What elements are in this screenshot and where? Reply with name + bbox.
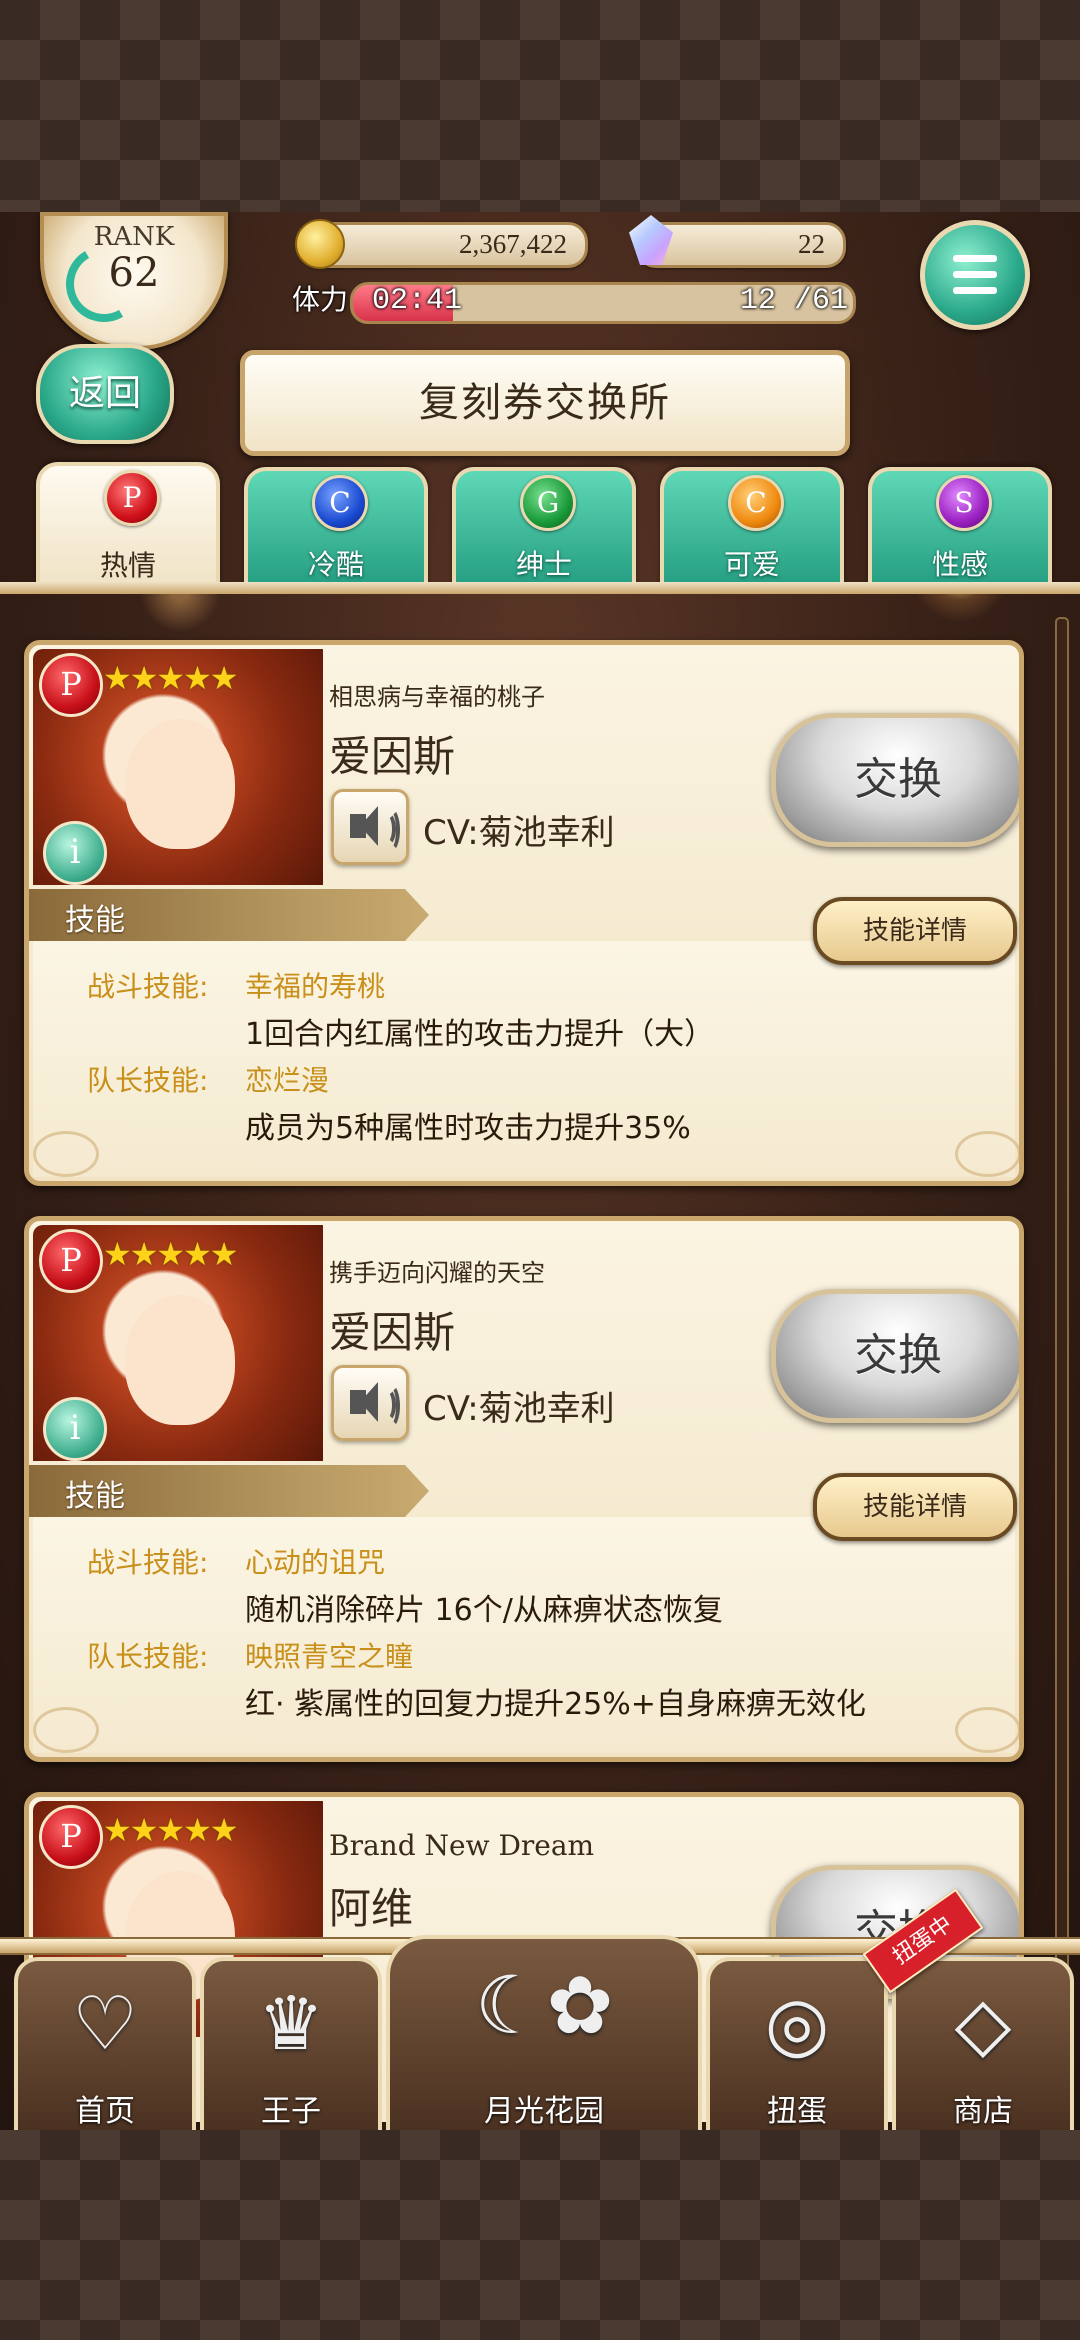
nav-label: 王子 xyxy=(261,2094,321,2129)
card-subtitle: 相思病与幸福的桃子 xyxy=(329,683,545,711)
rarity-stars: ★★★★★ xyxy=(103,1235,238,1273)
skill-heading: 技能 xyxy=(65,903,125,938)
info-button[interactable]: i xyxy=(43,821,107,885)
list-scrollbar[interactable] xyxy=(1055,617,1069,2121)
tab-cool[interactable]: C 冷酷 xyxy=(244,467,428,589)
ornament xyxy=(33,1707,99,1753)
nav-label: 扭蛋 xyxy=(767,2094,827,2129)
battle-skill-name: 幸福的寿桃 xyxy=(245,970,386,1003)
stamina-label: 体力 xyxy=(292,283,349,316)
hamburger-menu-icon xyxy=(953,255,997,295)
gem-icon xyxy=(629,215,673,265)
battle-skill-label: 战斗技能: xyxy=(87,1546,209,1579)
battle-skill-label: 战斗技能: xyxy=(87,970,209,1003)
cool-orb-icon: C xyxy=(312,475,368,531)
nav-home[interactable]: ♡ 首页 xyxy=(14,1957,196,2130)
tab-label: 冷酷 xyxy=(307,548,364,581)
sound-wave xyxy=(382,1384,400,1428)
leader-skill-name: 恋烂漫 xyxy=(245,1064,330,1097)
info-button[interactable]: i xyxy=(43,1397,107,1461)
card-subtitle: 携手迈向闪耀的天空 xyxy=(329,1259,545,1287)
card-name: 爱因斯 xyxy=(329,732,456,781)
nav-label: 商店 xyxy=(953,2094,1013,2129)
rarity-stars: ★★★★★ xyxy=(103,659,238,697)
exchange-button[interactable]: 交换 xyxy=(771,713,1019,847)
card-name: 爱因斯 xyxy=(329,1308,456,1357)
nav-gacha[interactable]: ◎ 扭蛋 xyxy=(706,1957,888,2130)
stamina-timer: 02:41 xyxy=(372,284,463,318)
battle-skill-desc: 1回合内红属性的攻击力提升（大） xyxy=(245,1017,715,1052)
skill-detail-button[interactable]: 技能详情 xyxy=(813,897,1017,965)
cv-label: CV:菊池幸利 xyxy=(423,1389,615,1429)
sexy-orb-icon: S xyxy=(936,475,992,531)
moon-garden-icon: ☾✿ xyxy=(474,1959,614,2052)
game-screen: RANK 62 2,367,422 22 体力 02:41 12 /61 返回 … xyxy=(0,212,1080,2130)
leader-skill-name: 映照青空之瞳 xyxy=(245,1640,414,1673)
nav-shop[interactable]: ◇ 商店 xyxy=(892,1957,1074,2130)
voice-button[interactable] xyxy=(331,789,409,865)
skill-detail-button[interactable]: 技能详情 xyxy=(813,1473,1017,1541)
nav-prince[interactable]: ♛ 王子 xyxy=(200,1957,382,2130)
passion-attribute-icon: P xyxy=(39,653,103,717)
card-item: P ★★★★★ i 携手迈向闪耀的天空 爱因斯 CV:菊池幸利 交换 技能 技能… xyxy=(24,1216,1024,1762)
battle-skill-name: 心动的诅咒 xyxy=(245,1546,386,1579)
tab-gentle[interactable]: G 绅士 xyxy=(452,467,636,589)
battle-skill-desc: 随机消除碎片 16个/从麻痹状态恢复 xyxy=(245,1593,723,1628)
leader-skill-desc: 红· 紫属性的回复力提升25%+自身麻痹无效化 xyxy=(245,1687,866,1722)
passion-attribute-icon: P xyxy=(39,1229,103,1293)
tab-label: 绅士 xyxy=(515,548,572,581)
leader-skill-label: 队长技能: xyxy=(87,1640,209,1673)
nav-moon-garden[interactable]: ☾✿ 月光花园 xyxy=(386,1935,702,2130)
page-title-box: 复刻券交换所 xyxy=(240,350,850,456)
passion-attribute-icon: P xyxy=(39,1805,103,1869)
card-list[interactable]: P ★★★★★ i 相思病与幸福的桃子 爱因斯 CV:菊池幸利 交换 技能 技能… xyxy=(0,602,1080,2122)
tab-label: 性感 xyxy=(931,548,988,581)
back-button[interactable]: 返回 xyxy=(36,344,174,444)
crown-icon: ♛ xyxy=(257,1981,325,2067)
card-item: P ★★★★★ i 相思病与幸福的桃子 爱因斯 CV:菊池幸利 交换 技能 技能… xyxy=(24,640,1024,1186)
ornament xyxy=(955,1707,1019,1753)
leader-skill-desc: 成员为5种属性时攻击力提升35% xyxy=(245,1111,691,1146)
tab-label: 可爱 xyxy=(723,548,780,581)
character-face xyxy=(125,1295,235,1425)
skill-heading: 技能 xyxy=(65,1479,125,1514)
bottom-nav: ♡ 首页 ♛ 王子 ☾✿ 月光花园 ◎ 扭蛋 ◇ 商店 扭蛋中 xyxy=(0,1888,1080,2130)
tab-strip xyxy=(0,582,1080,594)
cute-orb-icon: C xyxy=(728,475,784,531)
tab-label: 热情 xyxy=(99,549,156,582)
leader-skill-label: 队长技能: xyxy=(87,1064,209,1097)
card-subtitle: Brand New Dream xyxy=(329,1829,595,1862)
tab-sexy[interactable]: S 性感 xyxy=(868,467,1052,589)
rarity-stars: ★★★★★ xyxy=(103,1811,238,1849)
nav-label: 月光花园 xyxy=(484,2094,604,2129)
sound-wave xyxy=(382,808,400,852)
voice-button[interactable] xyxy=(331,1365,409,1441)
passion-orb-icon: P xyxy=(104,470,160,526)
rank-label: RANK xyxy=(93,222,175,252)
exchange-button[interactable]: 交换 xyxy=(771,1289,1019,1423)
page-title: 复刻券交换所 xyxy=(419,380,671,426)
rank-value: 62 xyxy=(108,250,160,296)
coin-counter: 2,367,422 xyxy=(295,219,588,269)
speaker-cone xyxy=(360,806,378,846)
tab-cute[interactable]: C 可爱 xyxy=(660,467,844,589)
cv-label: CV:菊池幸利 xyxy=(423,813,615,853)
coin-value: 2,367,422 xyxy=(459,229,567,259)
gacha-ring-icon: ◎ xyxy=(764,1981,830,2067)
nav-label: 首页 xyxy=(75,2094,135,2129)
ornament xyxy=(955,1131,1019,1177)
coin-icon xyxy=(295,219,345,269)
gem-counter: 22 xyxy=(629,215,846,268)
rank-badge[interactable]: RANK 62 xyxy=(40,212,228,350)
gem-value: 22 xyxy=(798,229,825,259)
heart-icon: ♡ xyxy=(71,1981,139,2067)
speaker-cone xyxy=(360,1382,378,1422)
ornament xyxy=(33,1131,99,1177)
stamina-value: 12 /61 xyxy=(740,284,849,318)
menu-button[interactable] xyxy=(920,220,1030,330)
gentle-orb-icon: G xyxy=(520,475,576,531)
character-face xyxy=(125,719,235,849)
shop-gem-icon: ◇ xyxy=(954,1981,1012,2067)
tab-passion[interactable]: P 热情 xyxy=(36,462,220,590)
